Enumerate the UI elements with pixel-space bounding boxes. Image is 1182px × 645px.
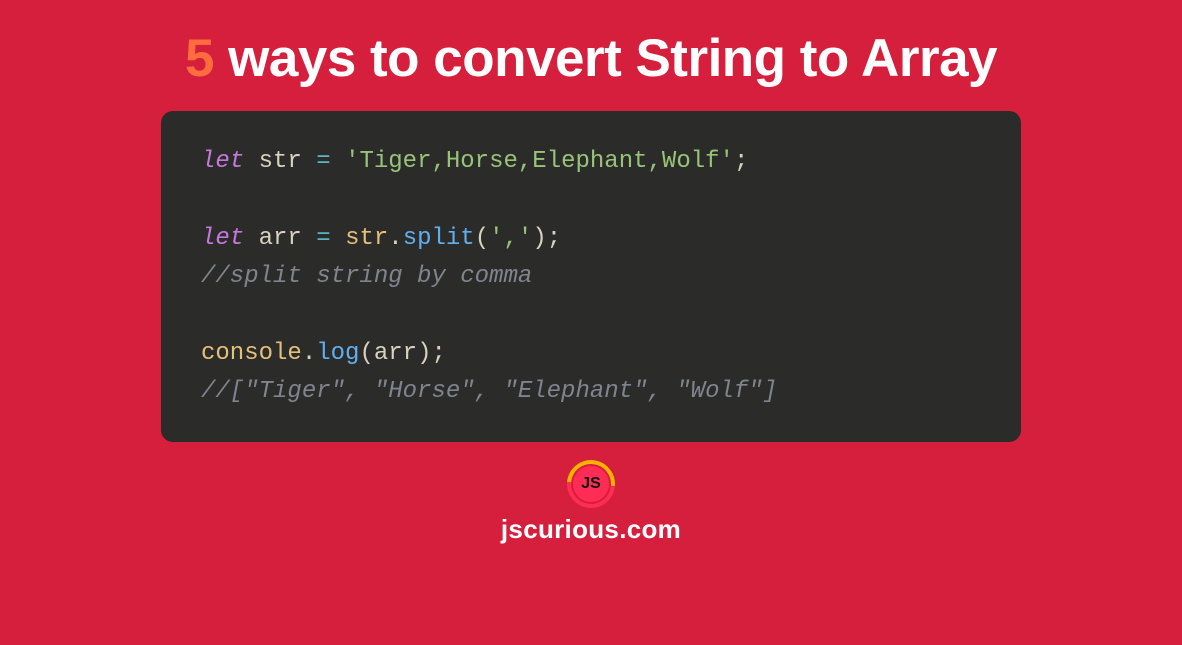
- code-line-2: let arr = str.split(',');: [201, 220, 981, 258]
- code-line-5: //["Tiger", "Horse", "Elephant", "Wolf"]: [201, 373, 981, 411]
- title-rest: ways to convert String to Array: [214, 29, 997, 88]
- code-block: let str = 'Tiger,Horse,Elephant,Wolf'; l…: [161, 111, 1021, 442]
- code-line-1: let str = 'Tiger,Horse,Elephant,Wolf';: [201, 143, 981, 181]
- logo-js-icon: JS: [567, 460, 615, 508]
- title-accent: 5: [185, 29, 214, 88]
- code-blank-1: [201, 181, 981, 219]
- page-title: 5 ways to convert String to Array: [185, 28, 997, 89]
- site-name: jscurious.com: [501, 514, 681, 545]
- code-line-4: console.log(arr);: [201, 335, 981, 373]
- logo-inner: JS: [573, 466, 609, 502]
- code-line-3: //split string by comma: [201, 258, 981, 296]
- footer: JS jscurious.com: [501, 460, 681, 545]
- code-blank-2: [201, 297, 981, 335]
